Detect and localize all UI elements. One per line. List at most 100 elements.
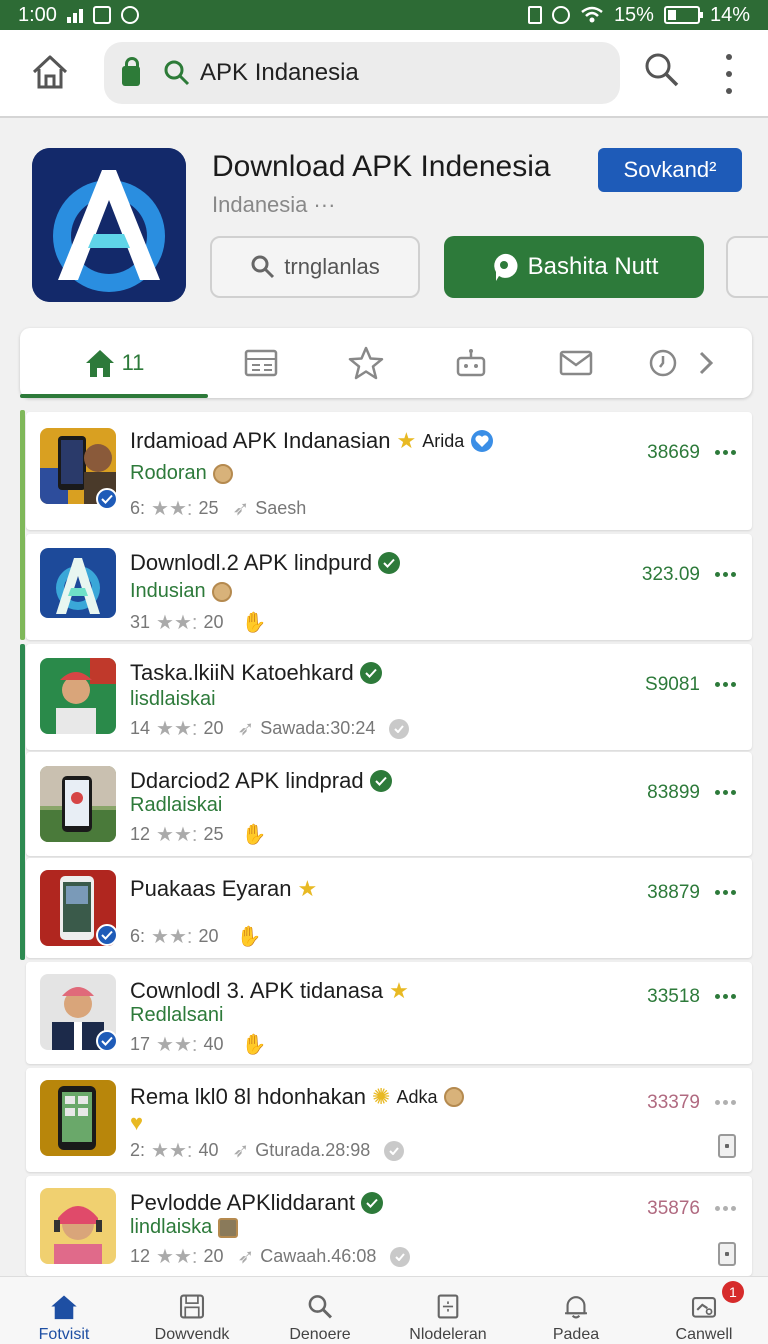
more-icon[interactable] [715, 450, 736, 455]
download-tile-icon[interactable] [718, 1242, 736, 1266]
list-item-subtitle: lindlaiska [130, 1216, 239, 1239]
star-icon [348, 346, 383, 380]
list-item[interactable]: Rema lkl0 8l hdonhakan ✺ Adka ♥ 2: ★★: 4… [26, 1068, 752, 1172]
price-text: S9081 [645, 674, 700, 695]
list-item-subtitle: Radlaiskai [130, 794, 222, 817]
list-item[interactable]: Pevlodde APKliddarant lindlaiska 12 ★★: … [26, 1176, 752, 1276]
price-text: 33518 [647, 986, 700, 1007]
wifi-icon [581, 6, 603, 23]
address-bar[interactable]: APK Indanesia [104, 42, 620, 104]
home-icon [51, 1295, 77, 1320]
list-item[interactable]: Cownlodl 3. APK tidanasa ★ Redlalsani 17… [26, 962, 752, 1064]
nav-home[interactable]: Fotvisit [0, 1277, 128, 1344]
extra-button[interactable] [726, 236, 768, 298]
star-icon: ★★: [151, 1140, 193, 1162]
list-item[interactable]: Taska.lkiiN Katoehkard lisdlaiskai 14 ★★… [26, 644, 752, 750]
list-item-title: Irdamioad APK Indanasian ★ Arida [130, 428, 494, 454]
star-icon: ★ [297, 876, 318, 901]
clock-icon [649, 349, 676, 377]
verified-icon [378, 552, 401, 574]
more-icon[interactable] [715, 890, 736, 895]
verified-icon [359, 662, 382, 684]
title-text: Rema lkl0 8l hdonhakan [130, 1084, 367, 1109]
check-icon [389, 718, 410, 739]
more-icon[interactable] [715, 572, 736, 577]
subtitle-text: Indusian [130, 580, 206, 602]
title-text: Taska.lkiiN Katoehkard [130, 660, 354, 685]
lock-icon [122, 57, 140, 86]
count-text: 25 [198, 498, 219, 518]
tab-home[interactable]: 11 [20, 328, 208, 398]
more-icon[interactable] [715, 682, 736, 687]
list-item-meta: 6: ★★: 20 ✋ [130, 924, 261, 949]
count-text: 20 [203, 718, 224, 738]
status-time: 1:00 [18, 3, 57, 26]
nav-search[interactable]: Denoere [256, 1277, 384, 1344]
title-text: Pevlodde APKliddarant [130, 1190, 356, 1215]
battery-percent: 14% [709, 3, 750, 26]
mail-icon [559, 350, 592, 376]
count-text: 40 [198, 1140, 219, 1160]
rating-text: 31 [130, 612, 151, 632]
list-item[interactable]: Puakaas Eyaran ★ 6: ★★: 20 ✋ 38879 [26, 858, 752, 958]
meta-extra: Gturada.28:98 [255, 1140, 371, 1160]
bottom-navigation: Fotvisit Dowvendk Denoere Nlodeleran Pad… [0, 1276, 768, 1344]
bell-icon [565, 1296, 587, 1319]
tab-news[interactable] [208, 328, 313, 398]
subtitle-text: Radlaiskai [130, 794, 223, 816]
search-button-label: trnglanlas [284, 254, 380, 279]
robot-icon [456, 349, 485, 377]
list-item-subtitle: ♥ [130, 1110, 143, 1136]
count-text: 20 [203, 1246, 224, 1266]
avatar [443, 1087, 464, 1107]
app-thumbnail [40, 548, 116, 624]
save-button[interactable]: Sovkand² [598, 148, 742, 192]
app-logo [32, 148, 186, 302]
more-icon[interactable] [715, 1206, 736, 1211]
sync-icon [120, 6, 139, 24]
nav-files[interactable]: Nlodeleran [384, 1277, 512, 1344]
star-icon: ★★: [156, 824, 198, 846]
nav-notifications[interactable]: Padea [512, 1277, 640, 1344]
nav-label: Canwell [675, 1326, 733, 1343]
share-icon: ➶ [232, 1140, 250, 1162]
tab-robot[interactable] [418, 328, 523, 398]
more-icon[interactable] [715, 994, 736, 999]
emoji-icon: ✺ [372, 1084, 391, 1109]
star-icon: ★★: [151, 498, 193, 520]
list-item-title: Pevlodde APKliddarant [130, 1190, 384, 1216]
download-tile-icon[interactable] [718, 1134, 736, 1158]
avatar [212, 463, 233, 484]
list-item-meta: 14 ★★: 20 ➶ Sawada:30:24 [130, 716, 410, 741]
list-item[interactable]: Irdamioad APK Indanasian ★ Arida Rodoran… [26, 412, 752, 530]
tab-mail[interactable] [523, 328, 628, 398]
nav-account[interactable]: 1 Canwell [640, 1277, 768, 1344]
alarm-icon [551, 6, 570, 24]
chevron-right-icon[interactable] [698, 350, 714, 376]
list-item[interactable]: Ddarciod2 APK lindprad Radlaiskai 12 ★★:… [26, 752, 752, 856]
nav-label: Fotvisit [38, 1326, 90, 1343]
price-text: 33379 [647, 1092, 700, 1113]
tab-clock[interactable] [628, 328, 733, 398]
menu-kebab-icon[interactable] [722, 54, 736, 94]
more-icon[interactable] [715, 1100, 736, 1105]
primary-button[interactable]: Bashita Nutt [444, 236, 704, 298]
search-icon[interactable] [644, 52, 680, 88]
verified-badge [96, 924, 118, 946]
meta-extra: Cawaah.46:08 [260, 1246, 377, 1266]
more-icon[interactable]: ··· [313, 192, 335, 217]
more-icon[interactable] [715, 790, 736, 795]
home-icon[interactable] [30, 52, 70, 92]
list-accent-bar [20, 644, 25, 960]
star-icon: ★★: [156, 1246, 198, 1268]
title-extra: Adka [396, 1086, 438, 1107]
list-item[interactable]: Downlodl.2 APK lindpurd Indusian 31 ★★: … [26, 534, 752, 640]
nav-label: Dowvendk [154, 1326, 230, 1343]
nav-downloads[interactable]: Dowvendk [128, 1277, 256, 1344]
app-thumbnail [40, 1188, 116, 1264]
home-icon [85, 350, 114, 377]
share-icon: ➶ [237, 1246, 255, 1268]
search-button[interactable]: trnglanlas [210, 236, 420, 298]
share-icon: ➶ [232, 498, 250, 520]
tab-favorites[interactable] [313, 328, 418, 398]
